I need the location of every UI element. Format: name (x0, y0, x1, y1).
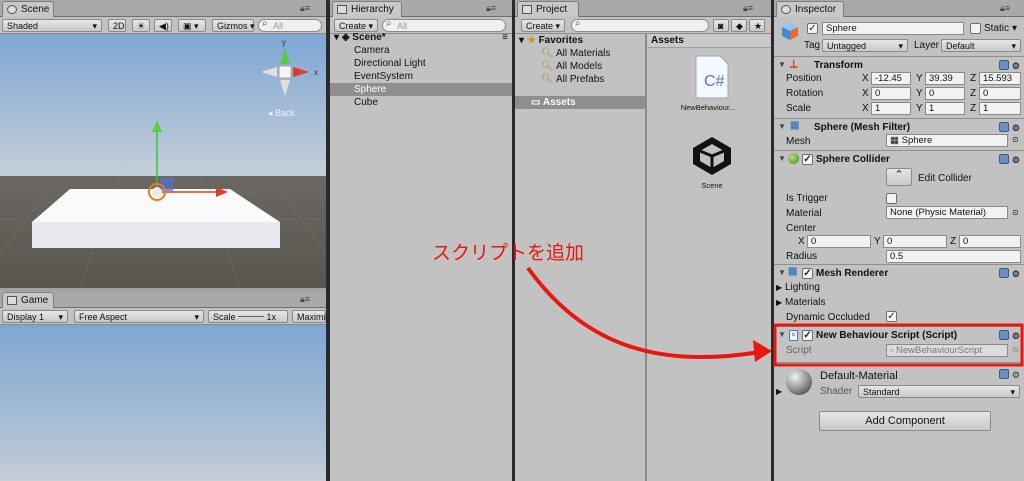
annotation-arrow (526, 266, 1024, 367)
